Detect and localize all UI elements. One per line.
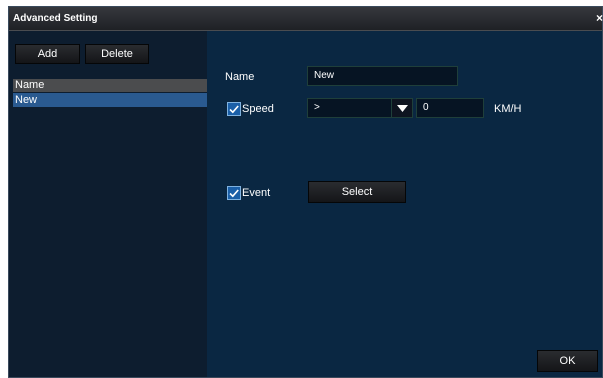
checkmark-icon [229,105,239,114]
ok-button[interactable]: OK [537,350,598,372]
add-button[interactable]: Add [15,44,80,64]
name-input[interactable]: New [307,66,458,86]
list-item[interactable]: New [13,93,207,107]
checkmark-icon [229,189,239,198]
speed-value-input[interactable]: 0 [416,98,484,118]
rule-list-pane: Add Delete Name New [9,31,207,377]
close-icon[interactable]: × [593,11,603,25]
speed-unit-label: KM/H [494,103,522,115]
rule-settings-pane: Name New Speed > 0 KM/H Event Select OK [207,31,602,377]
operator-dropdown-button[interactable] [391,98,413,118]
event-select-button[interactable]: Select [308,181,406,203]
title-bar[interactable]: Advanced Setting × [9,7,603,31]
dialog-title: Advanced Setting [13,13,98,24]
speed-operator-select[interactable]: > [307,98,392,118]
event-checkbox[interactable] [227,186,241,200]
delete-button[interactable]: Delete [85,44,149,64]
chevron-down-icon [397,105,408,112]
speed-label: Speed [242,103,274,115]
list-header-name: Name [13,79,207,92]
name-label: Name [225,71,255,83]
advanced-setting-dialog: Advanced Setting × Add Delete Name New N… [8,6,603,378]
speed-checkbox[interactable] [227,102,241,116]
event-label: Event [242,187,271,199]
